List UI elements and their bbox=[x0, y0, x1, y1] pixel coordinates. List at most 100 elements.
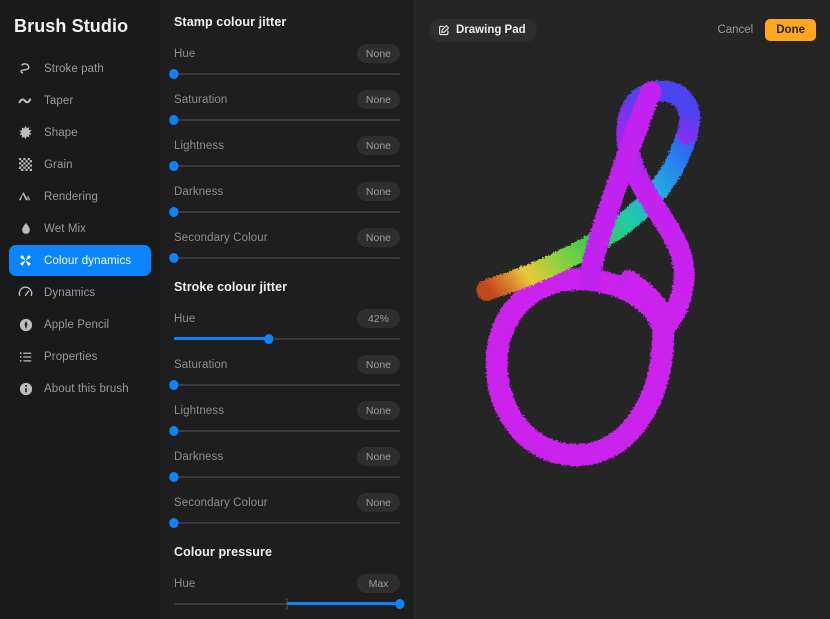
setting-value-pill[interactable]: 42% bbox=[357, 309, 400, 328]
setting-row-header: Lightness None bbox=[174, 401, 400, 420]
setting-slider[interactable] bbox=[174, 597, 405, 611]
sidebar-item-rendering[interactable]: Rendering bbox=[9, 181, 151, 212]
slider-track bbox=[174, 476, 400, 478]
sidebar-item-label: Grain bbox=[44, 158, 73, 171]
drawing-pad-button[interactable]: Drawing Pad bbox=[429, 18, 537, 42]
sidebar-item-label: About this brush bbox=[44, 382, 129, 395]
pinwheel-icon bbox=[17, 252, 34, 269]
setting-slider[interactable] bbox=[169, 378, 400, 392]
sidebar-item-apple-pencil[interactable]: Apple Pencil bbox=[9, 309, 151, 340]
slider-thumb[interactable] bbox=[169, 380, 179, 390]
setting-slider[interactable] bbox=[174, 332, 400, 346]
sidebar-item-grain[interactable]: Grain bbox=[9, 149, 151, 180]
setting-slider[interactable] bbox=[169, 251, 400, 265]
sidebar: Brush Studio Stroke path Taper Shape Grain R… bbox=[0, 0, 160, 619]
rendering-icon bbox=[17, 188, 34, 205]
setting-value-pill[interactable]: None bbox=[356, 401, 400, 420]
slider-track bbox=[174, 257, 400, 259]
setting-slider[interactable] bbox=[169, 205, 400, 219]
slider-track bbox=[174, 211, 400, 213]
setting-row: Saturation30% bbox=[174, 611, 400, 619]
setting-row-header: Hue 42% bbox=[174, 309, 400, 328]
setting-row: Saturation None bbox=[169, 346, 400, 392]
taper-wave-icon bbox=[17, 92, 34, 109]
sidebar-item-about-this-brush[interactable]: About this brush bbox=[9, 373, 151, 404]
section-heading: Stamp colour jitter bbox=[174, 15, 287, 29]
setting-value-pill[interactable]: None bbox=[356, 493, 400, 512]
setting-label: Secondary Colour bbox=[174, 231, 268, 244]
slider-track bbox=[174, 165, 400, 167]
grain-icon bbox=[17, 156, 34, 173]
sidebar-item-colour-dynamics[interactable]: Colour dynamics bbox=[9, 245, 151, 276]
setting-row-header: Hue None bbox=[174, 44, 400, 63]
sidebar-item-properties[interactable]: Properties bbox=[9, 341, 151, 372]
page-title: Brush Studio bbox=[14, 16, 129, 36]
setting-value-pill[interactable]: None bbox=[356, 182, 400, 201]
setting-label: Darkness bbox=[174, 450, 224, 463]
settings-panel[interactable]: Stamp colour jitter Hue None Saturation None… bbox=[160, 0, 415, 619]
setting-value-pill[interactable]: None bbox=[356, 136, 400, 155]
drawing-pad-label: Drawing Pad bbox=[456, 24, 526, 36]
setting-row-header: Saturation None bbox=[174, 355, 400, 374]
brush-studio-window: Brush Studio Stroke path Taper Shape Grain R… bbox=[0, 0, 830, 619]
setting-slider[interactable] bbox=[169, 424, 400, 438]
setting-label: Secondary Colour bbox=[174, 496, 268, 509]
sidebar-nav: Stroke path Taper Shape Grain Rendering Wet M… bbox=[0, 53, 160, 404]
slider-thumb[interactable] bbox=[395, 599, 405, 609]
sidebar-item-stroke-path[interactable]: Stroke path bbox=[9, 53, 151, 84]
setting-label: Hue bbox=[174, 312, 196, 325]
sidebar-item-dynamics[interactable]: Dynamics bbox=[9, 277, 151, 308]
slider-track bbox=[174, 522, 400, 524]
setting-value-pill[interactable]: None bbox=[356, 228, 400, 247]
slider-thumb[interactable] bbox=[169, 518, 179, 528]
setting-row: Secondary Colour None bbox=[169, 219, 400, 265]
setting-row: Darkness None bbox=[169, 438, 400, 484]
setting-value-pill[interactable]: Max bbox=[357, 574, 400, 593]
slider-thumb[interactable] bbox=[169, 69, 179, 79]
setting-row: Darkness None bbox=[169, 173, 400, 219]
slider-thumb[interactable] bbox=[169, 115, 179, 125]
slider-thumb[interactable] bbox=[169, 207, 179, 217]
setting-row: Secondary Colour None bbox=[169, 484, 400, 530]
setting-row-header: Secondary Colour None bbox=[174, 493, 400, 512]
setting-row-header: Lightness None bbox=[174, 136, 400, 155]
stroke-path-icon bbox=[17, 60, 34, 77]
section-heading: Stroke colour jitter bbox=[174, 280, 288, 294]
drawing-canvas[interactable]: Drawing Pad Cancel Done bbox=[415, 0, 830, 619]
canvas-toolbar: Drawing Pad Cancel Done bbox=[415, 0, 830, 60]
slider-thumb[interactable] bbox=[169, 472, 179, 482]
setting-label: Saturation bbox=[174, 93, 228, 106]
slider-thumb[interactable] bbox=[264, 334, 274, 344]
setting-value-pill[interactable]: None bbox=[356, 90, 400, 109]
sidebar-item-wet-mix[interactable]: Wet Mix bbox=[9, 213, 151, 244]
setting-slider[interactable] bbox=[169, 159, 400, 173]
sidebar-item-label: Shape bbox=[44, 126, 78, 139]
sidebar-item-label: Stroke path bbox=[44, 62, 104, 75]
settings-panel-content: Stamp colour jitter Hue None Saturation None… bbox=[160, 0, 414, 619]
setting-row-header: Darkness None bbox=[174, 182, 400, 201]
setting-slider[interactable] bbox=[169, 113, 400, 127]
setting-value-pill[interactable]: None bbox=[356, 44, 400, 63]
section-heading: Colour pressure bbox=[174, 545, 273, 559]
done-button[interactable]: Done bbox=[765, 19, 816, 41]
sidebar-item-taper[interactable]: Taper bbox=[9, 85, 151, 116]
sidebar-item-label: Wet Mix bbox=[44, 222, 87, 235]
slider-thumb[interactable] bbox=[169, 161, 179, 171]
setting-slider[interactable] bbox=[169, 67, 400, 81]
setting-value-pill[interactable]: None bbox=[356, 355, 400, 374]
slider-thumb[interactable] bbox=[169, 253, 179, 263]
sidebar-item-label: Dynamics bbox=[44, 286, 96, 299]
setting-slider[interactable] bbox=[169, 516, 400, 530]
setting-label: Saturation bbox=[174, 358, 228, 371]
setting-value-pill[interactable]: None bbox=[356, 447, 400, 466]
sidebar-item-label: Apple Pencil bbox=[44, 318, 110, 331]
cancel-button[interactable]: Cancel bbox=[717, 24, 753, 36]
list-icon bbox=[17, 348, 34, 365]
slider-track bbox=[174, 119, 400, 121]
brush-stroke-preview bbox=[476, 80, 701, 467]
setting-row: Hue None bbox=[169, 35, 400, 81]
sidebar-item-shape[interactable]: Shape bbox=[9, 117, 151, 148]
setting-slider[interactable] bbox=[169, 470, 400, 484]
slider-thumb[interactable] bbox=[169, 426, 179, 436]
setting-label: Lightness bbox=[174, 139, 225, 152]
